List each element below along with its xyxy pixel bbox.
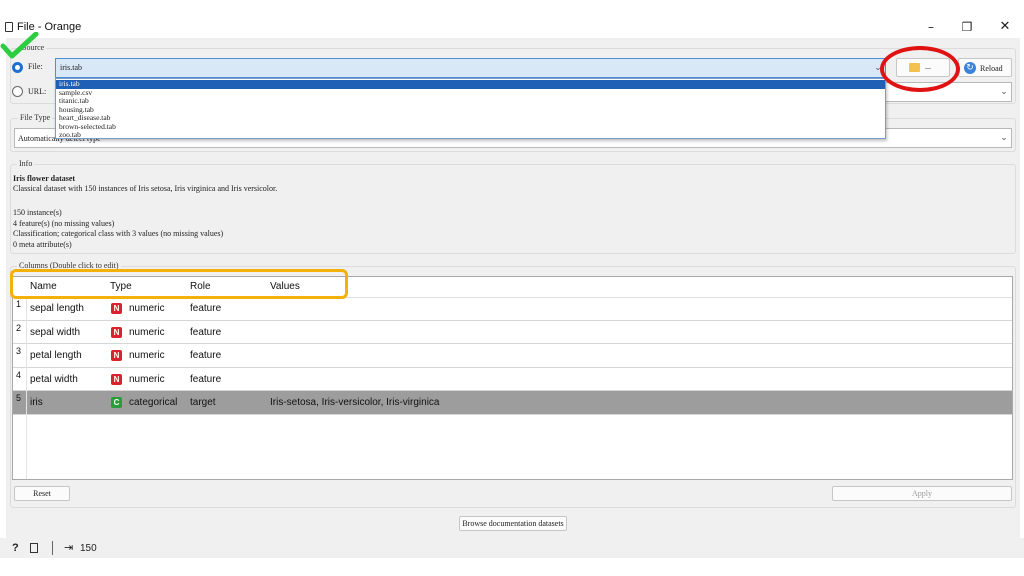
dropdown-item[interactable]: brown-selected.tab [56,122,885,132]
columns-table: Name Type Role Values 1 sepal length N n… [12,276,1013,480]
row-type[interactable]: numeric [129,344,165,368]
dataset-description: Classical dataset with 150 instances of … [13,184,278,193]
close-button[interactable]: ✕ [994,18,1016,36]
row-values[interactable]: Iris-setosa, Iris-versicolor, Iris-virgi… [270,391,439,415]
file-dropdown-list: iris.tab sample.csv titanic.tab housing.… [55,78,886,139]
numeric-type-icon: N [111,373,122,385]
row-type[interactable]: numeric [129,297,165,321]
row-name[interactable]: sepal length [30,297,84,321]
dropdown-item[interactable]: iris.tab [56,79,885,89]
chevron-down-icon: ⌄ [1000,133,1008,143]
document-icon [5,22,13,32]
row-role[interactable]: target [190,391,216,415]
info-target: Classification; categorical class with 3… [13,229,224,238]
reload-button[interactable]: ↻ Reload [958,58,1012,77]
reset-button[interactable]: Reset [14,486,70,501]
checkmark-icon [0,32,39,59]
row-number: 4 [16,369,22,380]
numeric-type-icon: N [111,326,122,338]
row-role[interactable]: feature [190,368,221,392]
title-bar: File - Orange – ❐ ✕ [0,0,1024,40]
row-number: 3 [16,346,22,356]
numeric-type-icon: N [111,303,122,314]
dropdown-item[interactable]: housing.tab [56,105,885,115]
status-bar: ? ⇥ 150 [0,538,1024,558]
file-label: File: [28,62,43,71]
row-role[interactable]: feature [190,297,221,321]
row-number: 2 [16,322,22,333]
row-type[interactable]: categorical [129,391,177,415]
help-icon[interactable]: ? [12,542,19,554]
row-number: 5 [16,393,22,403]
table-row[interactable]: 2 sepal width N numeric feature [13,321,1012,345]
url-label: URL: [28,87,47,96]
output-count: 150 [80,543,97,554]
dropdown-item[interactable]: zoo.tab [56,130,885,140]
row-name[interactable]: iris [30,391,43,415]
apply-button[interactable]: Apply [832,486,1012,501]
info-legend: Info [17,159,35,168]
annotation-highlight-box [10,269,348,299]
table-row[interactable]: 4 petal width N numeric feature [13,368,1012,392]
row-name[interactable]: petal length [30,344,82,368]
row-type[interactable]: numeric [129,368,165,392]
table-row-selected[interactable]: 5 iris C categorical target Iris-setosa,… [13,391,1012,415]
url-radio[interactable] [12,86,23,97]
row-role[interactable]: feature [190,321,221,345]
info-metas: 0 meta attribute(s) [13,239,72,249]
reload-label: Reload [980,64,1003,73]
row-name[interactable]: sepal width [30,321,80,345]
dataset-title: Iris flower dataset [13,174,76,183]
info-group [10,164,1016,254]
row-name[interactable]: petal width [30,368,78,392]
row-role[interactable]: feature [190,344,221,368]
minimize-button[interactable]: – [920,18,942,36]
status-divider [52,541,53,555]
annotation-circle [880,46,960,92]
dropdown-item[interactable]: heart_disease.tab [56,113,885,123]
restore-button[interactable]: ❐ [956,18,978,36]
row-header-divider [26,297,27,479]
output-icon: ⇥ [64,542,74,554]
table-row[interactable]: 1 sepal length N numeric feature [13,297,1012,321]
categorical-type-icon: C [111,397,122,408]
chevron-down-icon: ⌄ [1000,87,1008,97]
reload-icon: ↻ [964,62,976,74]
table-row[interactable]: 3 petal length N numeric feature [13,344,1012,368]
info-features: 4 feature(s) (no missing values) [13,218,115,228]
file-type-legend: File Type [18,113,53,122]
dropdown-item[interactable]: titanic.tab [56,96,885,106]
browse-documentation-button[interactable]: Browse documentation datasets [459,516,567,531]
file-combo[interactable]: iris.tab ⌄ [55,58,886,78]
info-instances: 150 instance(s) [13,208,62,217]
numeric-type-icon: N [111,350,122,361]
file-combo-value: iris.tab [60,63,82,72]
dropdown-item[interactable]: sample.csv [56,88,885,98]
row-type[interactable]: numeric [129,321,165,345]
report-icon[interactable] [30,543,38,553]
file-radio[interactable] [12,62,23,73]
